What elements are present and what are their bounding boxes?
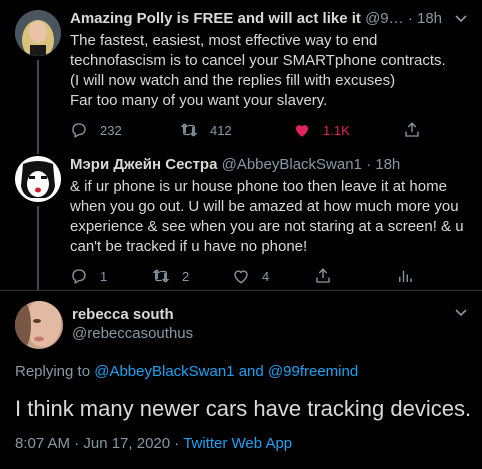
replying-prefix: Replying to (15, 363, 91, 380)
tweet-time[interactable]: 18h (417, 10, 442, 27)
like-count: 4 (262, 268, 270, 284)
tweet-text-line: (I will now watch and the replies fill w… (70, 72, 396, 89)
and-text: and (238, 363, 264, 380)
avatar-rebecca[interactable] (15, 301, 63, 349)
tweet-source[interactable]: Twitter Web App (183, 435, 292, 452)
reply-button[interactable]: 232 (70, 121, 180, 139)
share-icon (316, 268, 330, 283)
analytics-icon (399, 270, 412, 282)
reply-count: 1 (100, 268, 108, 284)
main-tweet: rebecca south @rebeccasouthus Replying t… (0, 290, 482, 469)
tweet-text-line: when you go out. U will be amazed at how… (70, 198, 459, 215)
retweet-count: 2 (182, 268, 190, 284)
tweet-header: Amazing Polly is FREE and will act like … (70, 10, 472, 28)
author-name[interactable]: Мэри Джейн Сестра (70, 156, 217, 173)
avatar-polly-image (15, 10, 61, 56)
tweet-actions: 232 412 1.1K (70, 120, 472, 140)
mention-link[interactable]: @99freemind (268, 363, 358, 380)
author-handle[interactable]: @rebeccasouthus (72, 325, 193, 342)
tweet-text-line: & if ur phone is ur house phone too then… (70, 178, 447, 195)
thread-line (37, 146, 39, 154)
tweet-text: I think many newer cars have tracking de… (15, 396, 472, 421)
chevron-down-icon[interactable] (454, 12, 468, 26)
avatar-abbey-image (15, 156, 61, 202)
analytics-button[interactable] (396, 267, 414, 285)
tweet-header: Мэри Джейн Сестра @AbbeyBlackSwan1 · 18h (70, 156, 472, 174)
thread-line (37, 60, 39, 146)
tweet-text-line: technofascism is to cancel your SMARTpho… (70, 52, 446, 69)
retweet-button[interactable]: 412 (180, 121, 293, 139)
tweet-text-line: can't be tracked if u have no phone! (70, 238, 308, 255)
tweet-abbey[interactable]: Мэри Джейн Сестра @AbbeyBlackSwan1 · 18h… (0, 146, 482, 290)
share-icon (405, 122, 419, 137)
reply-button[interactable]: 1 (70, 267, 152, 285)
mention-link[interactable]: @AbbeyBlackSwan1 (94, 363, 234, 380)
chevron-down-icon[interactable] (454, 306, 468, 320)
tweet-text-line: experience & see when you are not starin… (70, 218, 464, 235)
tweet-actions: 1 2 4 (70, 266, 472, 286)
author-handle[interactable]: @AbbeyBlackSwan1 (222, 156, 362, 173)
reply-icon (72, 269, 86, 284)
like-count: 1.1K (323, 122, 350, 138)
share-button[interactable] (314, 267, 396, 285)
tweet-polly[interactable]: Amazing Polly is FREE and will act like … (0, 0, 482, 146)
heart-filled-icon (296, 125, 308, 137)
like-button[interactable]: 1.1K (293, 121, 403, 139)
tweet-text-line: Far too many of you want your slavery. (70, 92, 328, 109)
retweet-button[interactable]: 2 (152, 267, 232, 285)
reply-icon (72, 123, 86, 138)
tweet-timestamp[interactable]: 8:07 AM · Jun 17, 2020 · (15, 435, 179, 452)
retweet-icon (180, 123, 198, 137)
author-name[interactable]: rebecca south (72, 306, 193, 323)
tweet-time[interactable]: 18h (375, 156, 400, 173)
avatar-polly[interactable] (15, 10, 61, 56)
retweet-icon (152, 269, 170, 283)
heart-icon (234, 270, 248, 284)
tweet-text: & if ur phone is ur house phone too then… (70, 177, 472, 257)
author-name[interactable]: Amazing Polly is FREE and will act like … (70, 10, 361, 27)
tweet-text: The fastest, easiest, most effective way… (70, 31, 472, 111)
thread-line (37, 206, 39, 290)
tweet-text-line: The fastest, easiest, most effective way… (70, 32, 378, 49)
author-handle[interactable]: @9… (365, 10, 404, 27)
tweet-footer: 8:07 AM · Jun 17, 2020 · Twitter Web App (15, 435, 292, 452)
separator: · (407, 10, 413, 27)
reply-count: 232 (100, 122, 122, 138)
avatar-rebecca-image (15, 301, 63, 349)
replying-to: Replying to @AbbeyBlackSwan1 and @99free… (15, 363, 358, 380)
avatar-abbey[interactable] (15, 156, 61, 202)
share-button[interactable] (403, 121, 421, 139)
separator: · (366, 156, 372, 173)
like-button[interactable]: 4 (232, 267, 314, 285)
retweet-count: 412 (210, 122, 232, 138)
